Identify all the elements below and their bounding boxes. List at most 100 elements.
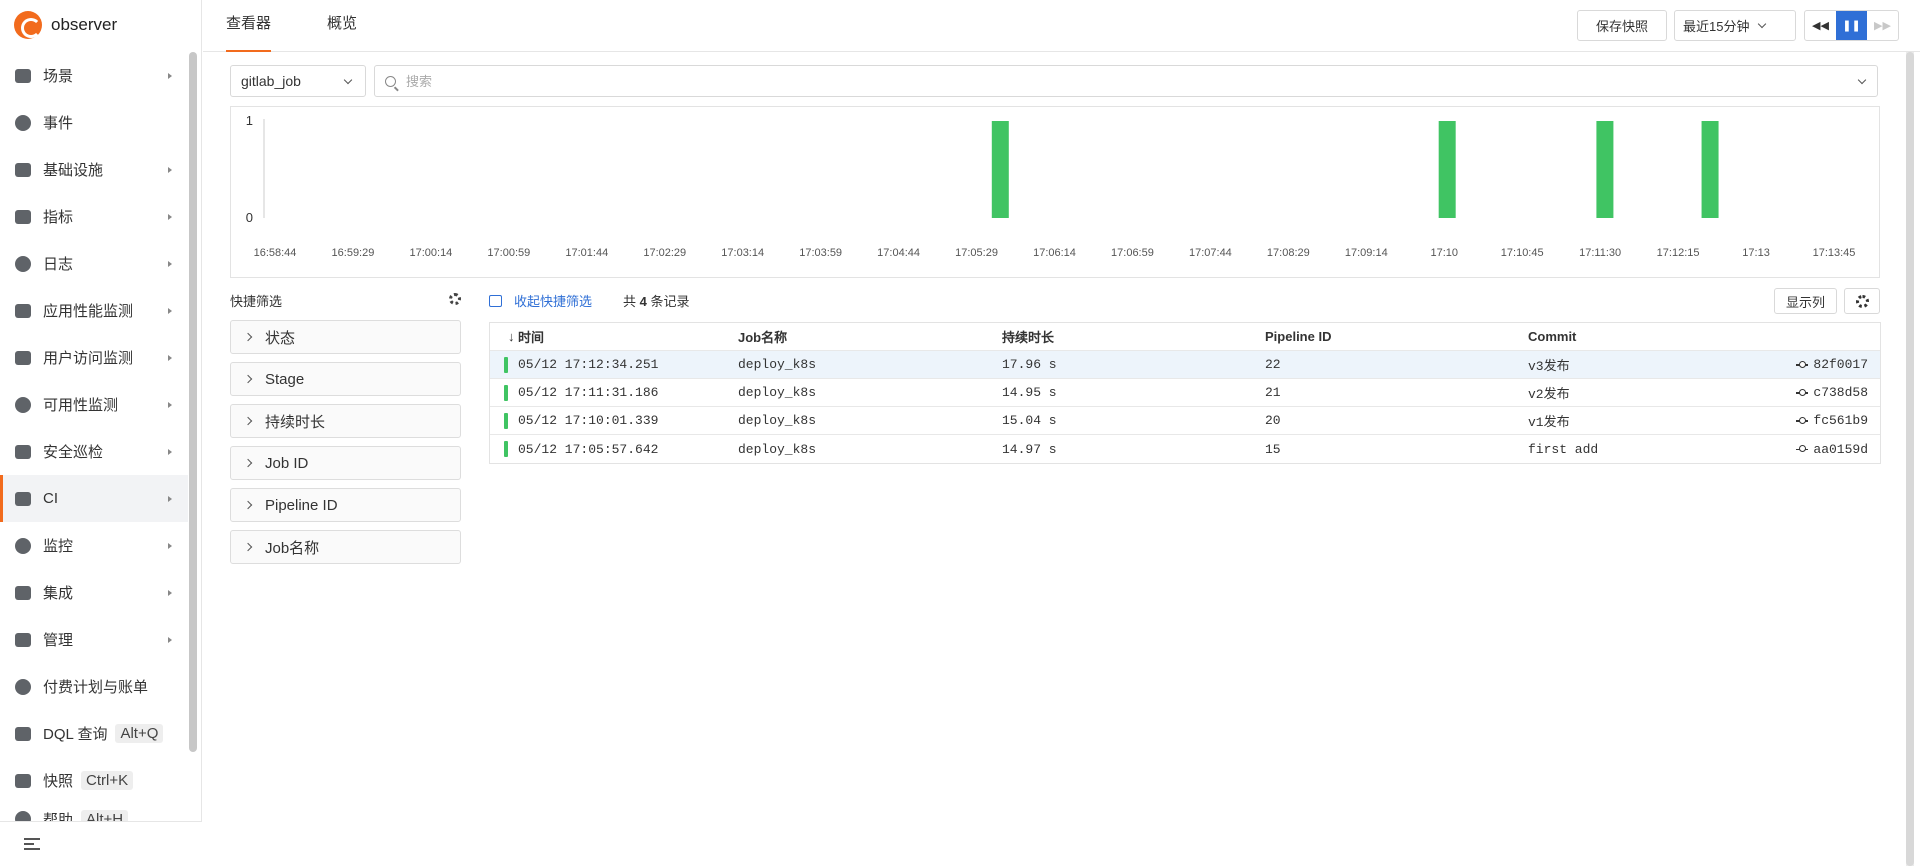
x-tick-label: 17:10: [1430, 247, 1458, 259]
camera-icon: [14, 773, 32, 789]
pause-button[interactable]: ❚❚: [1836, 11, 1867, 40]
x-tick-label: 16:59:29: [332, 247, 375, 259]
records-number: 4: [639, 294, 647, 309]
page-scrollbar[interactable]: [1906, 52, 1914, 866]
sidebar-item-label: 基础设施: [43, 162, 104, 179]
records-count: 共 4 条记录: [623, 291, 690, 310]
quick-filter-item[interactable]: Pipeline ID: [230, 488, 461, 522]
playback-controls: ◀◀ ❚❚ ▶▶: [1804, 10, 1899, 41]
sidebar-item-2[interactable]: 基础设施: [0, 146, 188, 193]
x-tick-label: 17:00:14: [409, 247, 452, 259]
column-header-commit[interactable]: Commit: [1528, 329, 1758, 344]
chevron-right-icon: [243, 374, 253, 384]
cell-commit-hash[interactable]: fc561b9: [1758, 413, 1880, 428]
column-header-duration[interactable]: 持续时长: [1002, 327, 1265, 346]
chart-bar[interactable]: [991, 121, 1009, 218]
show-columns-button[interactable]: 显示列: [1774, 288, 1837, 314]
sort-desc-icon[interactable]: ↓: [508, 329, 515, 344]
quick-filter-item[interactable]: Stage: [230, 362, 461, 396]
table-row[interactable]: 05/12 17:10:01.339 deploy_k8s 15.04 s 20 v1发…: [490, 407, 1880, 435]
table-settings-button[interactable]: [1844, 288, 1880, 314]
show-columns-label: 显示列: [1785, 294, 1825, 310]
chevron-down-icon: [343, 75, 353, 85]
settings-sliders-icon: [14, 632, 32, 648]
table-row[interactable]: 05/12 17:12:34.251 deploy_k8s 17.96 s 22 v3发…: [490, 351, 1880, 379]
search-input[interactable]: [406, 73, 1806, 89]
sidebar: observer 场景事件基础设施指标 日志应用性能监测用户访问监测 可用性监测 安全…: [0, 0, 202, 866]
brand[interactable]: observer: [0, 0, 201, 50]
status-indicator: [504, 357, 508, 373]
chevron-right-icon: [243, 542, 253, 552]
chart-bar[interactable]: [1438, 121, 1456, 218]
source-select[interactable]: gitlab_job: [230, 65, 366, 97]
cell-job-name: deploy_k8s: [738, 413, 817, 428]
collapse-quick-filter-link[interactable]: 收起快捷筛选: [489, 291, 592, 310]
cell-duration: 14.95 s: [1002, 385, 1057, 400]
time-range-select[interactable]: 最近15分钟: [1674, 10, 1796, 41]
column-header-pipeline-id[interactable]: Pipeline ID: [1265, 329, 1528, 344]
quick-filter-label: Pipeline ID: [265, 496, 338, 514]
sidebar-item-14[interactable]: DQL 查询 Alt+Q: [0, 710, 188, 757]
sidebar-item-13[interactable]: 付费计划与账单: [0, 663, 188, 710]
rewind-button[interactable]: ◀◀: [1805, 11, 1836, 40]
sidebar-scrollbar[interactable]: [189, 52, 197, 752]
sidebar-item-9[interactable]: CI: [0, 475, 188, 522]
table-row[interactable]: 05/12 17:11:31.186 deploy_k8s 14.95 s 21 v2发…: [490, 379, 1880, 407]
quick-filter-list: 状态 Stage 持续时长 Job ID Pipeline ID Job名称: [230, 320, 461, 572]
quick-filter-settings-icon[interactable]: [449, 293, 461, 305]
collapse-sidebar-icon[interactable]: [24, 838, 40, 850]
forward-button[interactable]: ▶▶: [1867, 11, 1898, 40]
git-commit-icon: [1796, 416, 1809, 425]
cell-commit-hash[interactable]: 82f0017: [1758, 357, 1880, 372]
sidebar-item-4[interactable]: 日志: [0, 240, 188, 287]
cell-pipeline-id: 15: [1265, 441, 1281, 457]
status-indicator: [504, 385, 508, 401]
chevron-down-icon: [1758, 19, 1767, 28]
sidebar-item-0[interactable]: 场景: [0, 52, 188, 99]
chevron-right-icon: [243, 416, 253, 426]
quick-filter-item[interactable]: 持续时长: [230, 404, 461, 438]
tab-viewer[interactable]: 查看器: [226, 0, 272, 52]
infrastructure-icon: [14, 162, 32, 178]
sidebar-item-15[interactable]: 快照 Ctrl+K: [0, 757, 188, 804]
x-tick-label: 17:06:59: [1111, 247, 1154, 259]
x-tick-label: 17:13: [1742, 247, 1770, 259]
sidebar-item-label: 应用性能监测: [43, 303, 134, 320]
histogram-chart: 0 1 16:58:44 16:59:29 17:00:14 17:00:59 17:01:…: [230, 106, 1880, 278]
logo-icon: [14, 11, 42, 39]
sidebar-item-label: 场景: [43, 68, 74, 85]
tab-overview[interactable]: 概览: [327, 0, 357, 52]
cell-job-name: deploy_k8s: [738, 357, 817, 372]
sidebar-item-8[interactable]: 安全巡检: [0, 428, 188, 475]
cell-commit-hash[interactable]: c738d58: [1758, 385, 1880, 400]
chevron-right-icon: [168, 213, 172, 220]
sidebar-item-11[interactable]: 集成: [0, 569, 188, 616]
sidebar-item-1[interactable]: 事件: [0, 99, 188, 146]
quick-filter-item[interactable]: Job名称: [230, 530, 461, 564]
log-icon: [14, 255, 32, 272]
quick-filter-item[interactable]: 状态: [230, 320, 461, 354]
x-tick-label: 17:03:59: [799, 247, 842, 259]
sidebar-item-5[interactable]: 应用性能监测: [0, 287, 188, 334]
chevron-right-icon: [168, 589, 172, 596]
table-row[interactable]: 05/12 17:05:57.642 deploy_k8s 14.97 s 15 fir…: [490, 435, 1880, 463]
sidebar-item-10[interactable]: 监控: [0, 522, 188, 569]
search-bar[interactable]: [374, 65, 1878, 97]
quick-filter-item[interactable]: Job ID: [230, 446, 461, 480]
chevron-right-icon: [168, 448, 172, 455]
cell-commit-hash[interactable]: aa0159d: [1758, 442, 1880, 457]
save-snapshot-button[interactable]: 保存快照: [1577, 10, 1667, 41]
rocket-icon: [14, 491, 32, 507]
column-header-job-name[interactable]: Job名称: [738, 327, 1002, 346]
chart-bar[interactable]: [1701, 121, 1719, 218]
sidebar-item-3[interactable]: 指标: [0, 193, 188, 240]
sidebar-item-6[interactable]: 用户访问监测: [0, 334, 188, 381]
sidebar-item-7[interactable]: 可用性监测: [0, 381, 188, 428]
column-header-time[interactable]: 时间: [490, 327, 738, 346]
records-prefix: 共: [623, 294, 637, 309]
chevron-down-icon[interactable]: [1857, 75, 1867, 85]
status-indicator: [504, 441, 508, 457]
sidebar-item-12[interactable]: 管理: [0, 616, 188, 663]
status-indicator: [504, 413, 508, 429]
chart-bar[interactable]: [1596, 121, 1614, 218]
